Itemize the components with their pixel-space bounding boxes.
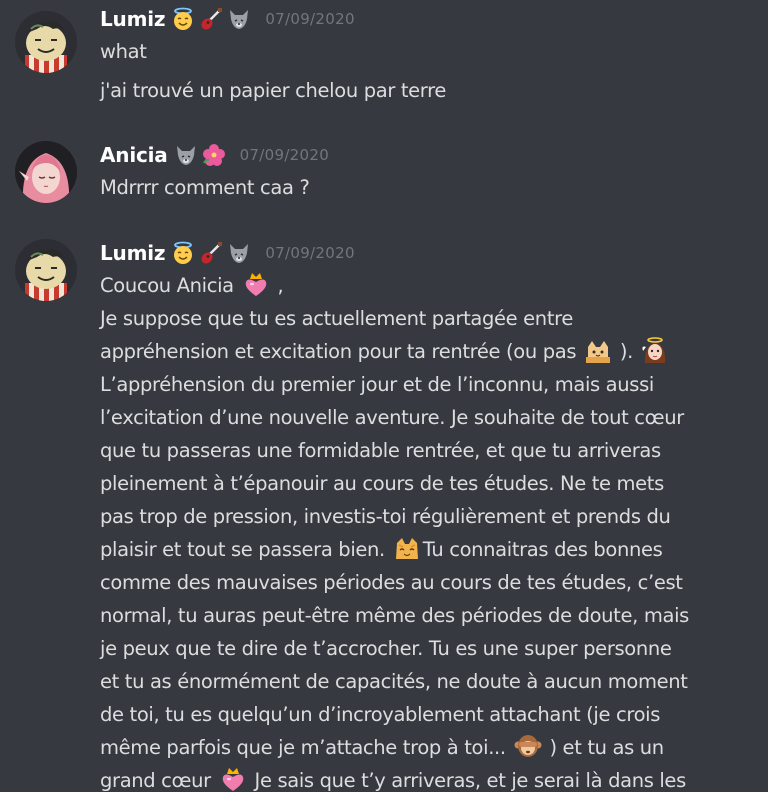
message-text: j'ai trouvé un papier chelou par terre	[100, 74, 752, 107]
avatar-lumiz[interactable]	[15, 239, 77, 301]
avatar-lumiz[interactable]	[15, 11, 77, 73]
username[interactable]: Lumiz	[100, 7, 166, 31]
text-segment: plaisir et tout se passera bien.	[100, 538, 385, 561]
chat-messages: Lumiz 07/09/2020 what j'ai trouvé un pap…	[0, 0, 768, 792]
cat-peeking-emoji-icon	[584, 337, 612, 363]
username[interactable]: Anicia	[100, 143, 168, 167]
hibiscus-emoji-icon	[202, 143, 226, 167]
text-segment: appréhension et excitation pour ta rentr…	[100, 340, 577, 363]
message-content: Lumiz 07/09/2020 Coucou Anicia , Je supp…	[100, 239, 752, 792]
crowned-heart-emoji-icon	[219, 766, 247, 792]
message-line: je peux que te dire de t’accrocher. Tu e…	[100, 637, 672, 660]
text-segment: ,	[271, 274, 284, 297]
guitar-emoji-icon	[199, 241, 223, 265]
wolf-emoji-icon	[174, 143, 198, 167]
message-line: même parfois que je m’attache trop à toi…	[100, 731, 752, 764]
guitar-emoji-icon	[199, 7, 223, 31]
wolf-emoji-icon	[227, 7, 251, 31]
message-line: appréhension et excitation pour ta rentr…	[100, 335, 752, 368]
message-text: what	[100, 35, 752, 68]
message-line: pas trop de pression, investis-toi régul…	[100, 505, 671, 528]
avatar-anicia[interactable]	[15, 141, 77, 203]
text-segment: Je sais que t’y arriveras, et je serai l…	[254, 769, 687, 792]
message-line: normal, tu auras peut-être même des péri…	[100, 604, 689, 627]
angel-girl-emoji-icon	[641, 337, 669, 363]
text-segment: Coucou Anicia	[100, 274, 234, 297]
text-segment: même parfois que je m’attache trop à toi…	[100, 736, 506, 759]
message-line: Je suppose que tu es actuellement partag…	[100, 307, 573, 330]
see-no-evil-monkey-emoji-icon	[514, 733, 542, 759]
text-segment: ) et tu as un	[549, 736, 664, 759]
message-text: Coucou Anicia , Je suppose que tu es act…	[100, 269, 752, 792]
user-badges	[171, 7, 251, 31]
username[interactable]: Lumiz	[100, 241, 166, 265]
text-segment: Tu connaitras des bonnes	[422, 538, 663, 561]
user-badges	[174, 143, 226, 167]
message-line: L’appréhension du premier jour et de l’i…	[100, 373, 654, 396]
user-badges	[171, 241, 251, 265]
message-line: Mdrrrr comment caa ?	[100, 176, 310, 199]
crowned-heart-emoji-icon	[242, 271, 270, 297]
message-line: pleinement à t’épanouir au cours de tes …	[100, 472, 664, 495]
message-line: plaisir et tout se passera bien. Tu conn…	[100, 533, 752, 566]
innocent-face-emoji-icon	[171, 241, 195, 265]
message-header: Lumiz 07/09/2020	[100, 5, 752, 33]
message-header: Anicia 07/09/2020	[100, 141, 752, 169]
message-line: comme des mauvaises périodes au cours de…	[100, 571, 683, 594]
message-line: j'ai trouvé un papier chelou par terre	[100, 79, 446, 102]
message-line: grand cœur Je sais que t’y arriveras, et…	[100, 764, 752, 792]
timestamp[interactable]: 07/09/2020	[240, 146, 329, 164]
message-header: Lumiz 07/09/2020	[100, 239, 752, 267]
message-line: Coucou Anicia ,	[100, 269, 752, 302]
message-line: que tu passeras une formidable rentrée, …	[100, 439, 661, 462]
message-content: Lumiz 07/09/2020 what j'ai trouvé un pap…	[100, 5, 752, 107]
timestamp[interactable]: 07/09/2020	[265, 10, 354, 28]
message-line: et tu as énormément de capacités, ne dou…	[100, 670, 688, 693]
text-segment: grand cœur	[100, 769, 211, 792]
happy-cat-emoji-icon	[393, 535, 421, 561]
message-line: l’excitation d’une nouvelle aventure. Je…	[100, 406, 684, 429]
innocent-face-emoji-icon	[171, 7, 195, 31]
message-line: what	[100, 40, 147, 63]
timestamp[interactable]: 07/09/2020	[265, 244, 354, 262]
message-content: Anicia 07/09/2020 Mdrrrr comment caa ?	[100, 141, 752, 204]
message-line: de toi, tu es quelqu’un d’incroyablement…	[100, 703, 661, 726]
message-text: Mdrrrr comment caa ?	[100, 171, 752, 204]
wolf-emoji-icon	[227, 241, 251, 265]
text-segment: ).	[619, 340, 634, 363]
